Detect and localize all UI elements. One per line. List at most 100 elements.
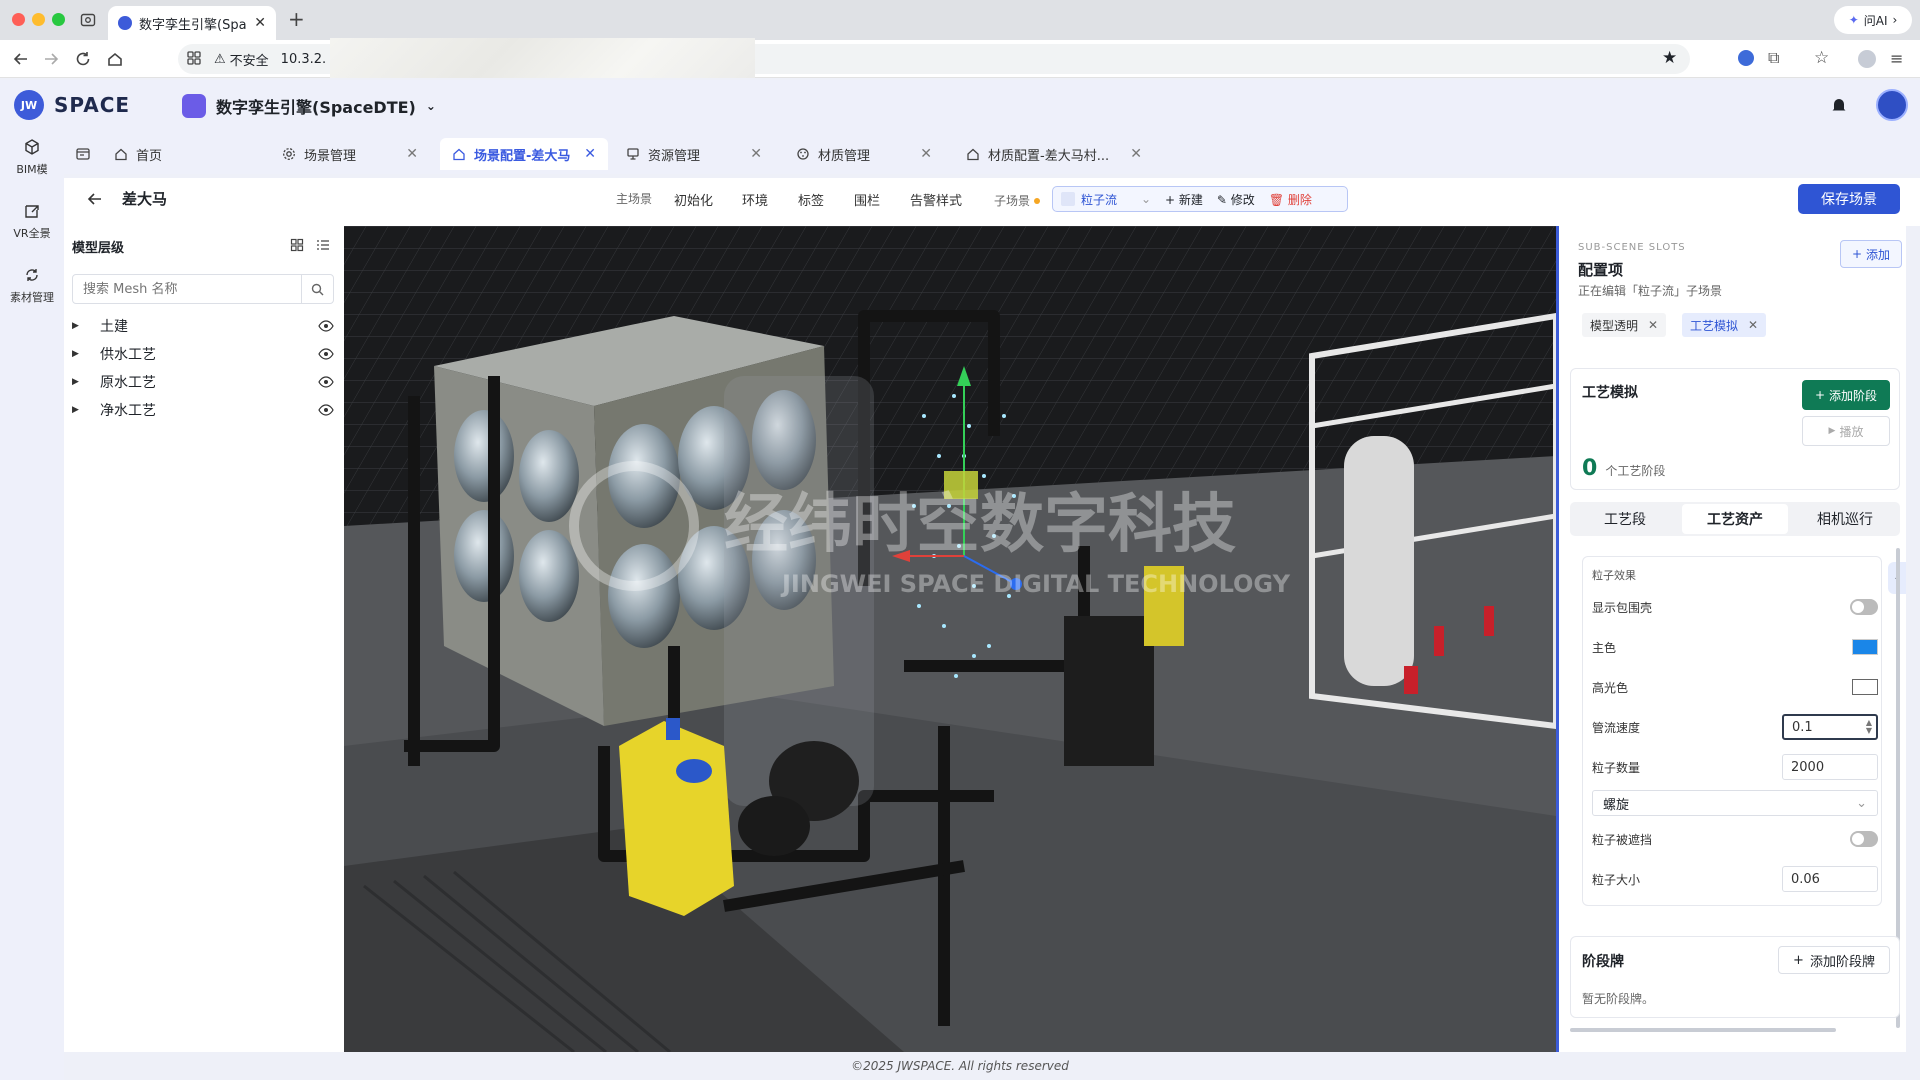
close-icon[interactable]: ✕: [1130, 146, 1142, 162]
tabs-overview-icon[interactable]: [76, 147, 90, 161]
list-view-icon[interactable]: [316, 238, 330, 252]
extensions-puzzle-icon[interactable]: ⧉: [1768, 48, 1779, 68]
save-scene-button[interactable]: 保存场景: [1798, 184, 1900, 214]
tree-node[interactable]: ▶ 土建: [72, 313, 334, 339]
bookmark-star-icon[interactable]: ★: [1662, 48, 1677, 68]
site-info-button[interactable]: ⚠ 不安全: [214, 50, 269, 69]
expand-arrow-icon[interactable]: ▶: [72, 349, 88, 359]
favorites-icon[interactable]: ☆: [1814, 48, 1829, 68]
menu-tags[interactable]: 标签: [798, 190, 824, 209]
window-minimize-button[interactable]: [32, 13, 45, 26]
project-switcher[interactable]: 数字孪生引擎(SpaceDTE) ⌄: [182, 94, 436, 118]
apps-grid-icon[interactable]: [186, 50, 202, 66]
subtab-process-segments[interactable]: 工艺段: [1572, 504, 1678, 534]
close-icon[interactable]: ✕: [1748, 318, 1758, 332]
subtab-camera-tour[interactable]: 相机巡行: [1792, 504, 1898, 534]
prop-label: 高光色: [1592, 680, 1629, 695]
tab-material-config[interactable]: 材质配置-差大马村... ✕: [954, 138, 1154, 170]
palette-icon: [796, 147, 810, 161]
new-sub-scene-button[interactable]: + 新建: [1165, 191, 1203, 208]
close-icon[interactable]: ✕: [1648, 318, 1658, 332]
tree-node[interactable]: ▶ 供水工艺: [72, 341, 334, 367]
eye-icon[interactable]: [318, 348, 334, 360]
add-stage-button[interactable]: + 添加阶段: [1802, 380, 1890, 410]
delete-sub-scene-button[interactable]: 🗑 删除: [1269, 191, 1312, 208]
highlight-color-swatch[interactable]: [1852, 679, 1878, 695]
extension-icon[interactable]: [1738, 50, 1754, 66]
logo-mark-icon: JW: [14, 90, 44, 120]
menu-init[interactable]: 初始化: [674, 190, 713, 209]
tab-resource-management[interactable]: 资源管理 ✕: [614, 138, 774, 170]
prop-main-color: 主色: [1592, 632, 1878, 662]
browser-tab[interactable]: 数字孪生引擎(Spac ✕: [108, 6, 276, 40]
slot-chip[interactable]: 模型透明 ✕: [1582, 313, 1667, 337]
expand-arrow-icon[interactable]: ▶: [72, 377, 88, 387]
close-icon[interactable]: ✕: [750, 146, 762, 162]
slot-chip-label: 模型透明: [1590, 318, 1639, 333]
forward-icon[interactable]: [42, 50, 60, 68]
scene-icon: [1061, 192, 1075, 206]
tree-node[interactable]: ▶ 原水工艺: [72, 369, 334, 395]
grid-view-icon[interactable]: [290, 238, 304, 252]
home-icon[interactable]: [106, 50, 124, 68]
particle-occluded-toggle[interactable]: [1850, 831, 1878, 847]
eye-icon[interactable]: [318, 320, 334, 332]
add-stage-board-button[interactable]: + 添加阶段牌: [1778, 946, 1890, 974]
user-avatar[interactable]: [1876, 89, 1908, 121]
subtab-process-assets[interactable]: 工艺资产: [1682, 504, 1788, 534]
add-slot-button[interactable]: + 添加: [1840, 240, 1902, 268]
window-close-button[interactable]: [12, 13, 25, 26]
app-logo[interactable]: JW SPACE: [14, 90, 130, 120]
expand-arrow-icon[interactable]: ▶: [72, 405, 88, 415]
add-stage-label: 添加阶段: [1829, 388, 1878, 403]
prop-flow-speed: 管流速度 0.1 ▲ ▼: [1592, 712, 1878, 742]
3d-viewport[interactable]: 经纬时空数字科技 JINGWEI SPACE DIGITAL TECHNOLOG…: [344, 226, 1556, 1052]
close-icon[interactable]: ✕: [584, 146, 596, 162]
eye-icon[interactable]: [318, 404, 334, 416]
eye-icon[interactable]: [318, 376, 334, 388]
close-icon[interactable]: ✕: [920, 146, 932, 162]
back-icon[interactable]: [12, 50, 30, 68]
menu-fence[interactable]: 围栏: [854, 190, 880, 209]
menu-environment[interactable]: 环境: [742, 190, 768, 209]
profile-icon[interactable]: [1858, 50, 1876, 68]
particle-count-input[interactable]: 2000: [1782, 754, 1878, 780]
sub-scene-label-text: 子场景: [994, 194, 1031, 208]
slot-chip-active[interactable]: 工艺模拟 ✕: [1682, 313, 1767, 337]
flow-speed-input[interactable]: 0.1 ▲ ▼: [1782, 714, 1878, 740]
close-icon[interactable]: ✕: [254, 15, 266, 31]
new-tab-button[interactable]: +: [288, 7, 305, 31]
menu-icon[interactable]: ≡: [1890, 49, 1903, 68]
search-button[interactable]: [301, 275, 333, 303]
tree-node[interactable]: ▶ 净水工艺: [72, 397, 334, 423]
tab-material-management[interactable]: 材质管理 ✕: [784, 138, 944, 170]
particle-mode-select[interactable]: 螺旋 ⌄: [1592, 790, 1878, 816]
rail-item-vr[interactable]: VR全景: [0, 202, 64, 241]
menu-alarm-style[interactable]: 告警样式: [910, 190, 962, 209]
tab-scene-management[interactable]: 场景管理 ✕: [270, 138, 430, 170]
monitor-icon: [626, 147, 640, 161]
mesh-search-input[interactable]: [73, 275, 301, 303]
play-button[interactable]: ▶ 播放: [1802, 416, 1890, 446]
horizontal-scrollbar[interactable]: [1570, 1028, 1836, 1032]
back-arrow-icon[interactable]: [86, 190, 104, 208]
sub-scene-select[interactable]: 粒子流 ⌄: [1061, 191, 1151, 208]
show-bbox-toggle[interactable]: [1850, 599, 1878, 615]
tab-search-icon[interactable]: [80, 12, 96, 28]
close-icon[interactable]: ✕: [406, 146, 418, 162]
chevron-down-icon: ⌄: [1856, 795, 1867, 811]
url-text[interactable]: 10.3.2.: [281, 52, 326, 67]
expand-arrow-icon[interactable]: ▶: [72, 321, 88, 331]
bell-icon[interactable]: [1830, 96, 1848, 114]
edit-sub-scene-button[interactable]: ✎ 修改: [1217, 191, 1255, 208]
tab-scene-config[interactable]: 场景配置-差大马 ✕: [440, 138, 608, 170]
reload-icon[interactable]: [74, 50, 92, 68]
main-color-swatch[interactable]: [1852, 639, 1878, 655]
tab-home[interactable]: 首页: [102, 138, 262, 170]
rail-item-assets[interactable]: 素材管理: [0, 266, 64, 305]
window-zoom-button[interactable]: [52, 13, 65, 26]
rail-item-bim[interactable]: BIM模: [0, 138, 64, 177]
particle-size-input[interactable]: 0.06: [1782, 866, 1878, 892]
ask-ai-button[interactable]: ✦ 问AI ›: [1834, 6, 1912, 34]
stepper-icon[interactable]: ▲ ▼: [1866, 719, 1872, 735]
